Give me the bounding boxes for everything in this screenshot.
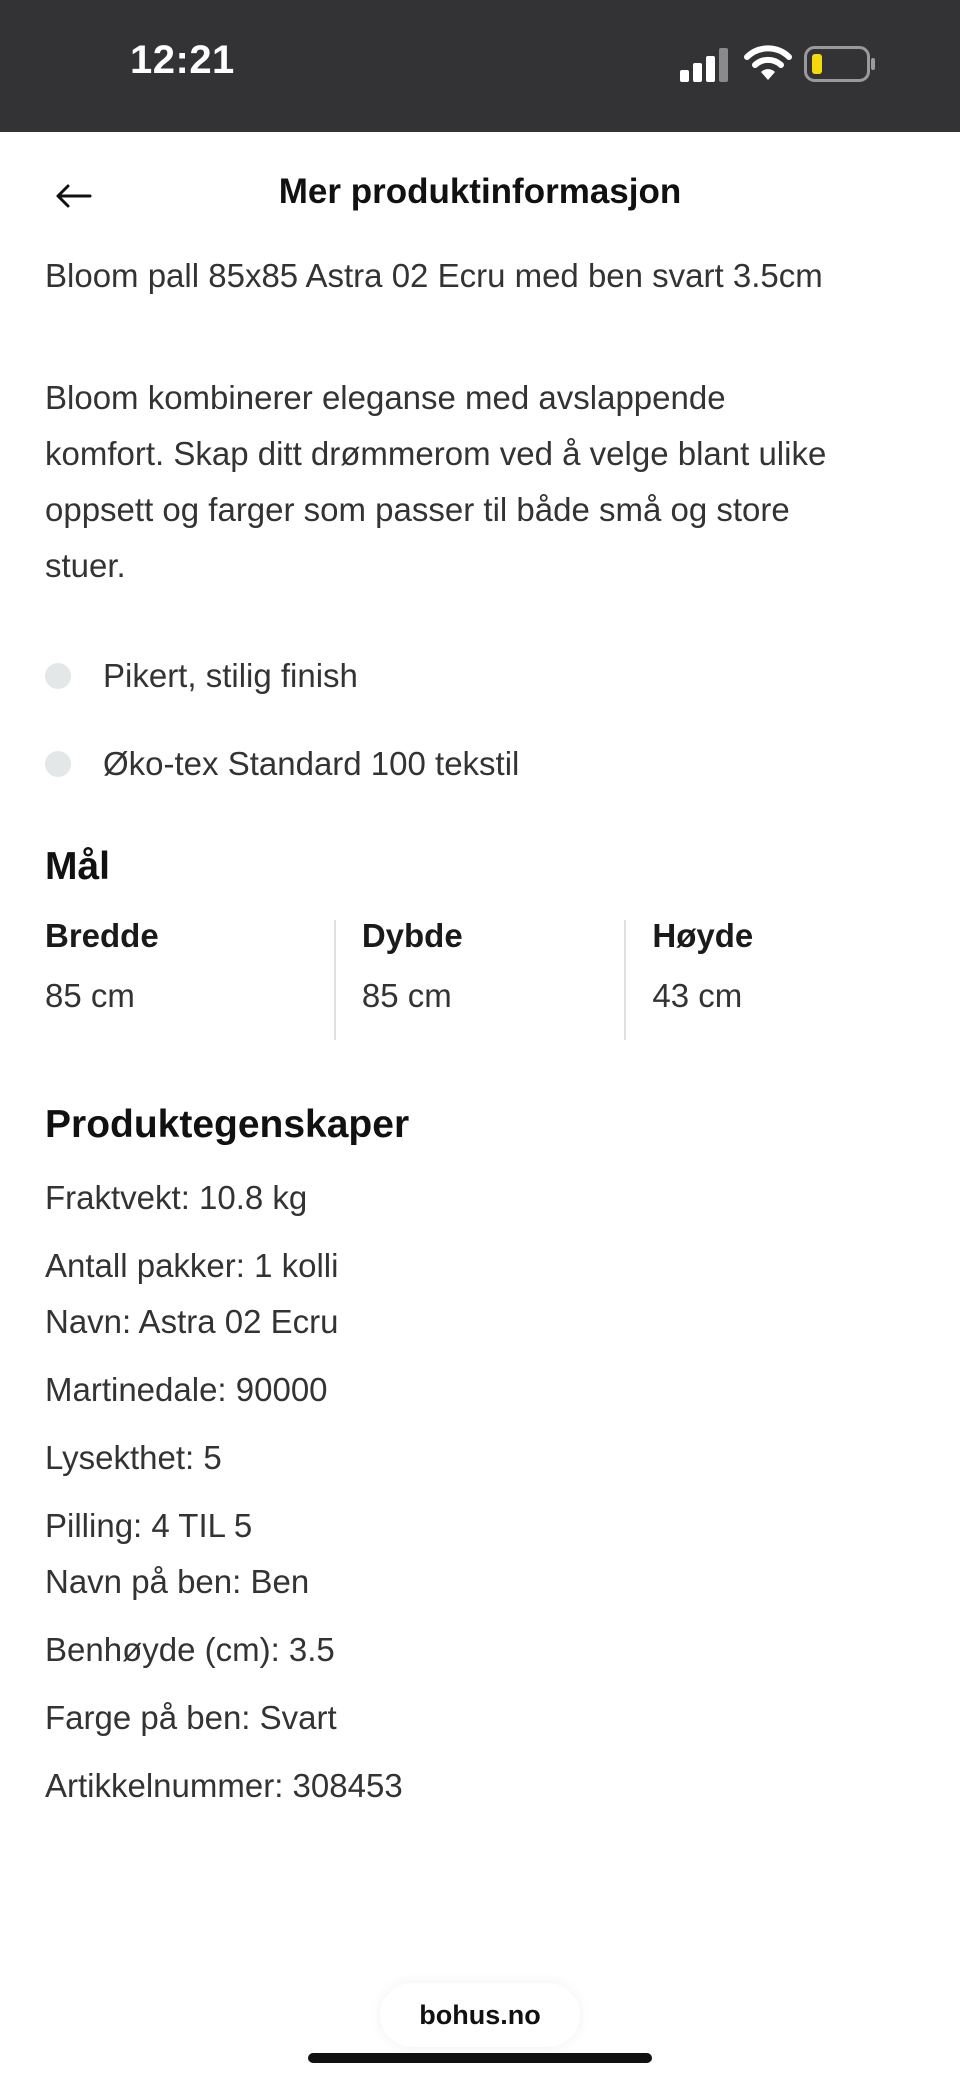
property-item: Martinedale: 90000 bbox=[45, 1371, 328, 1408]
address-bar-domain[interactable]: bohus.no bbox=[380, 1983, 580, 2047]
dimension-value: 43 cm bbox=[652, 977, 743, 1014]
bullet-dot-icon bbox=[45, 663, 71, 689]
battery-icon bbox=[804, 46, 875, 82]
property-item: Farge på ben: Svart bbox=[45, 1699, 337, 1736]
product-info-content: Bloom pall 85x85 Astra 02 Ecru med ben s… bbox=[45, 250, 915, 1808]
property-item: Lysekthet: 5 bbox=[45, 1439, 222, 1476]
description-line: Bloom kombinerer eleganse med avslappend… bbox=[45, 379, 726, 416]
property-item: Navn på ben: Ben bbox=[45, 1563, 310, 1600]
feature-text: Øko-tex Standard 100 tekstil bbox=[103, 745, 520, 782]
property-item: Pilling: 4 TIL 5 bbox=[45, 1507, 253, 1544]
status-bar: 12:21 bbox=[0, 0, 960, 132]
property-item: Fraktvekt: 10.8 kg bbox=[45, 1179, 308, 1216]
dimensions-table: Bredde 85 cm Dybde 85 cm Høyde 43 cm bbox=[45, 917, 915, 1040]
dimension-label: Høyde bbox=[652, 917, 754, 954]
dimension-label: Bredde bbox=[45, 917, 159, 954]
dimension-label: Dybde bbox=[361, 917, 463, 954]
property-item: Artikkelnummer: 308453 bbox=[45, 1767, 403, 1804]
dimension-value: 85 cm bbox=[361, 977, 452, 1014]
wifi-icon bbox=[744, 45, 792, 80]
property-item: Antall pakker: 1 kolli bbox=[45, 1247, 339, 1284]
bullet-dot-icon bbox=[45, 751, 71, 777]
dimensions-title: Mål bbox=[45, 845, 111, 888]
dimension-width: Bredde 85 cm bbox=[45, 917, 334, 1040]
properties-title: Produktegenskaper bbox=[45, 1103, 410, 1146]
property-item: Navn: Astra 02 Ecru bbox=[45, 1303, 339, 1340]
status-time: 12:21 bbox=[130, 38, 235, 82]
dimension-value: 85 cm bbox=[45, 977, 135, 1014]
feature-text: Pikert, stilig finish bbox=[103, 657, 358, 694]
property-item: Benhøyde (cm): 3.5 bbox=[45, 1631, 335, 1668]
description-line: oppsett og farger som passer til både sm… bbox=[45, 491, 790, 528]
home-indicator[interactable] bbox=[308, 2053, 652, 2063]
feature-item: Øko-tex Standard 100 tekstil bbox=[45, 742, 915, 786]
properties-list: Fraktvekt: 10.8 kg Antall pakker: 1 koll… bbox=[45, 1176, 915, 1808]
product-name: Bloom pall 85x85 Astra 02 Ecru med ben s… bbox=[45, 257, 823, 294]
feature-list: Pikert, stilig finish Øko-tex Standard 1… bbox=[45, 654, 915, 786]
product-description: Bloom kombinerer eleganse med avslappend… bbox=[45, 370, 915, 594]
dimension-depth: Dybde 85 cm bbox=[333, 917, 625, 1040]
feature-item: Pikert, stilig finish bbox=[45, 654, 915, 698]
signal-icon bbox=[680, 48, 728, 82]
page-title: Mer produktinformasjon bbox=[278, 172, 682, 211]
header: Mer produktinformasjon bbox=[0, 132, 960, 254]
description-line: komfort. Skap ditt drømmerom ved å velge… bbox=[45, 435, 827, 472]
dimension-height: Høyde 43 cm bbox=[624, 917, 915, 1040]
description-line: stuer. bbox=[45, 547, 126, 584]
